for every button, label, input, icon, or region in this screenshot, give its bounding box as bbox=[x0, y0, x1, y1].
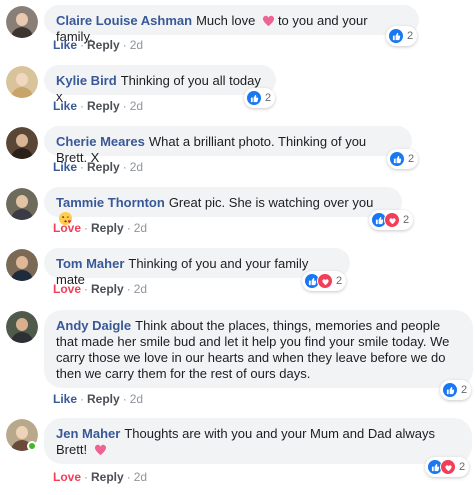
reaction-count: 2 bbox=[265, 92, 272, 104]
comment-text: Much love bbox=[196, 13, 256, 28]
reaction-count: 2 bbox=[461, 384, 468, 396]
reaction-count: 2 bbox=[408, 153, 415, 165]
comment-actions: Love · Reply · 2d bbox=[53, 281, 147, 297]
comment-time[interactable]: 2d bbox=[130, 160, 143, 174]
reply-button[interactable]: Reply bbox=[91, 282, 124, 296]
like-button[interactable]: Like bbox=[53, 160, 77, 174]
separator: · bbox=[126, 470, 131, 484]
comment-author[interactable]: Andy Daigle bbox=[56, 318, 131, 333]
reaction-summary[interactable]: 2 bbox=[302, 271, 347, 291]
comment-time[interactable]: 2d bbox=[130, 38, 143, 52]
love-button[interactable]: Love bbox=[53, 282, 81, 296]
love-button[interactable]: Love bbox=[53, 470, 81, 484]
comment-author[interactable]: Claire Louise Ashman bbox=[56, 13, 192, 28]
heart-emoji-icon bbox=[93, 442, 108, 457]
comment-author[interactable]: Tom Maher bbox=[56, 256, 124, 271]
reaction-count: 2 bbox=[336, 275, 343, 287]
separator: · bbox=[80, 392, 85, 406]
avatar[interactable] bbox=[6, 6, 38, 38]
love-reaction-icon bbox=[317, 273, 333, 289]
comment-time[interactable]: 2d bbox=[134, 282, 147, 296]
reaction-summary[interactable]: 2 bbox=[244, 88, 276, 108]
reply-button[interactable]: Reply bbox=[87, 392, 120, 406]
avatar[interactable] bbox=[6, 311, 38, 343]
like-button[interactable]: Like bbox=[53, 392, 77, 406]
comment-time[interactable]: 2d bbox=[134, 221, 147, 235]
separator: · bbox=[122, 392, 127, 406]
avatar[interactable] bbox=[6, 127, 38, 159]
like-reaction-icon bbox=[389, 151, 405, 167]
comment-bubble: Cherie Meares What a brilliant photo. Thi… bbox=[44, 126, 412, 165]
separator: · bbox=[126, 221, 131, 235]
like-reaction-icon bbox=[246, 90, 262, 106]
like-reaction-icon bbox=[442, 382, 458, 398]
comment-author[interactable]: Jen Maher bbox=[56, 426, 120, 441]
comment-actions: Like · Reply · 2d bbox=[53, 37, 143, 53]
comment-time[interactable]: 2d bbox=[130, 392, 143, 406]
separator: · bbox=[80, 99, 85, 113]
separator: · bbox=[80, 38, 85, 52]
reaction-count: 2 bbox=[403, 214, 410, 226]
comment-actions: Like · Reply · 2d bbox=[53, 391, 143, 407]
separator: · bbox=[84, 282, 89, 296]
comment-bubble: Claire Louise Ashman Much love to you and… bbox=[44, 5, 419, 44]
reaction-summary[interactable]: 2 bbox=[386, 26, 418, 46]
comment-author[interactable]: Kylie Bird bbox=[56, 73, 117, 88]
like-button[interactable]: Like bbox=[53, 38, 77, 52]
separator: · bbox=[122, 38, 127, 52]
love-reaction-icon bbox=[384, 212, 400, 228]
comment-bubble: Kylie Bird Thinking of you all today x bbox=[44, 65, 276, 104]
reply-button[interactable]: Reply bbox=[91, 221, 124, 235]
separator: · bbox=[84, 470, 89, 484]
reaction-summary[interactable]: 2 bbox=[440, 380, 472, 400]
comment-bubble: Andy Daigle Think about the places, thing… bbox=[44, 310, 473, 388]
reply-button[interactable]: Reply bbox=[87, 38, 120, 52]
reply-button[interactable]: Reply bbox=[87, 99, 120, 113]
reply-button[interactable]: Reply bbox=[87, 160, 120, 174]
comment-actions: Love · Reply · 2d bbox=[53, 469, 147, 485]
reaction-summary[interactable]: 2 bbox=[387, 149, 419, 169]
separator: · bbox=[84, 221, 89, 235]
avatar[interactable] bbox=[6, 249, 38, 281]
reaction-summary[interactable]: 2 bbox=[369, 210, 414, 230]
love-button[interactable]: Love bbox=[53, 221, 81, 235]
separator: · bbox=[126, 282, 131, 296]
comment-time[interactable]: 2d bbox=[134, 470, 147, 484]
avatar[interactable] bbox=[6, 66, 38, 98]
separator: · bbox=[122, 99, 127, 113]
separator: · bbox=[80, 160, 85, 174]
reaction-summary[interactable]: 2 bbox=[425, 457, 470, 477]
like-reaction-icon bbox=[388, 28, 404, 44]
comment-text: Great pic. She is watching over you bbox=[168, 195, 374, 210]
comment-author[interactable]: Cherie Meares bbox=[56, 134, 145, 149]
comment-bubble: Tammie Thornton Great pic. She is watchin… bbox=[44, 187, 402, 226]
comment-list: Claire Louise Ashman Much love to you and… bbox=[0, 0, 475, 495]
heart-emoji-icon bbox=[261, 13, 276, 28]
comment-author[interactable]: Tammie Thornton bbox=[56, 195, 165, 210]
reply-button[interactable]: Reply bbox=[91, 470, 124, 484]
avatar[interactable] bbox=[6, 188, 38, 220]
separator: · bbox=[122, 160, 127, 174]
reaction-count: 2 bbox=[407, 30, 414, 42]
comment-bubble: Jen Maher Thoughts are with you and your … bbox=[44, 418, 472, 464]
like-button[interactable]: Like bbox=[53, 99, 77, 113]
online-status-icon bbox=[27, 441, 37, 451]
comment-actions: Like · Reply · 2d bbox=[53, 98, 143, 114]
comment-time[interactable]: 2d bbox=[130, 99, 143, 113]
comment-actions: Love · Reply · 2d bbox=[53, 220, 147, 236]
reaction-count: 2 bbox=[459, 461, 466, 473]
love-reaction-icon bbox=[440, 459, 456, 475]
comment-actions: Like · Reply · 2d bbox=[53, 159, 143, 175]
